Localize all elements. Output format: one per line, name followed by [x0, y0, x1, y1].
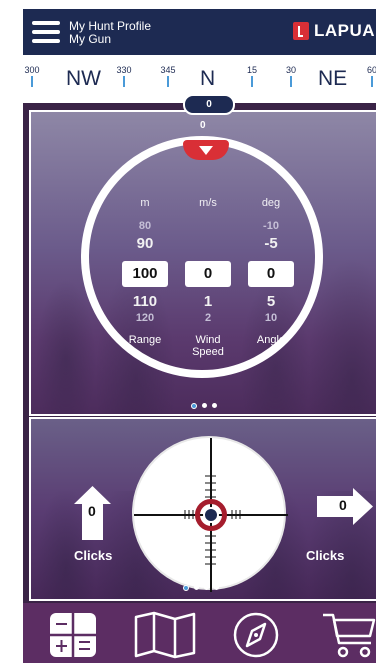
wind-value-next[interactable]: 1 — [183, 293, 233, 310]
compass-tick-label: 60 — [366, 65, 376, 75]
compass-direction-n: N — [200, 67, 216, 90]
range-value-next[interactable]: 110 — [120, 293, 170, 310]
brand-logo: LAPUA — [293, 21, 375, 41]
angle-value-next[interactable]: 5 — [246, 293, 296, 310]
compass-tick-label: 300 — [24, 65, 40, 75]
compass-tick: 345 — [156, 65, 180, 87]
wind-speed-label: Wind Speed — [178, 334, 238, 358]
compass-tick: 60 — [360, 65, 376, 87]
cart-icon[interactable] — [321, 611, 376, 659]
angle-value-prev2: -10 — [263, 220, 279, 232]
page-indicator-bottom[interactable] — [183, 585, 219, 591]
compass-direction-nw: NW — [66, 67, 101, 90]
dial-marker-icon[interactable] — [183, 140, 229, 160]
calculator-icon[interactable] — [48, 611, 98, 659]
compass-icon[interactable] — [231, 611, 281, 659]
angle-value-prev[interactable]: -5 — [246, 235, 296, 252]
wind-value-selected[interactable]: 0 — [185, 261, 231, 287]
compass-direction-ne: NE — [318, 67, 348, 90]
range-value-selected[interactable]: 100 — [122, 261, 168, 287]
range-label: Range — [128, 334, 162, 346]
page-dot[interactable] — [204, 585, 209, 590]
bottom-nav — [23, 603, 376, 663]
unit-range: m — [140, 197, 150, 209]
reticle-center — [203, 507, 219, 523]
brand-name: LAPUA — [314, 21, 376, 40]
app-window: My Hunt Profile My Gun LAPUA 300 NW 330 … — [23, 9, 376, 663]
page-dot[interactable] — [202, 403, 207, 408]
elevation-clicks-label: Clicks — [74, 548, 113, 563]
windage-clicks-value: 0 — [339, 497, 347, 513]
page-indicator-top[interactable] — [191, 403, 217, 409]
menu-icon[interactable] — [32, 21, 60, 45]
compass-tick-label: 345 — [160, 65, 176, 75]
angle-value-selected[interactable]: 0 — [248, 261, 294, 287]
header: My Hunt Profile My Gun LAPUA — [23, 9, 376, 55]
heading-badge: 0 — [183, 94, 235, 115]
elevation-clicks-value: 0 — [88, 503, 96, 519]
page-dot[interactable] — [183, 585, 189, 591]
unit-angle: deg — [261, 197, 281, 209]
compass-tick-label: 15 — [246, 65, 257, 75]
page-dot[interactable] — [214, 585, 219, 590]
range-value-prev[interactable]: 90 — [120, 235, 170, 252]
compass-tick: 15 — [240, 65, 264, 87]
compass-tick: 30 — [279, 65, 303, 87]
wind-label-line2: Speed — [192, 346, 224, 358]
scope-reticle[interactable] — [132, 436, 288, 592]
windage-clicks-label: Clicks — [306, 548, 345, 563]
profile-info[interactable]: My Hunt Profile My Gun — [69, 20, 151, 46]
map-icon[interactable] — [133, 611, 197, 659]
angle-label: Angle — [256, 334, 286, 346]
compass-tick-label: 30 — [285, 65, 296, 75]
page-dot[interactable] — [212, 403, 217, 408]
compass-tick: 300 — [23, 65, 44, 87]
wind-value-next2: 2 — [204, 312, 212, 324]
wind-label-line1: Wind — [195, 334, 221, 346]
compass-tick-label: 330 — [116, 65, 132, 75]
angle-value-next2: 10 — [264, 312, 278, 324]
page-dot[interactable] — [191, 403, 197, 409]
dial-top-value: 0 — [200, 120, 206, 131]
range-value-prev2: 80 — [138, 220, 152, 232]
lapua-logo-icon — [293, 22, 309, 40]
range-value-next2: 120 — [135, 312, 155, 324]
compass-tick: 330 — [112, 65, 136, 87]
unit-wind: m/s — [199, 197, 217, 209]
page-dot[interactable] — [194, 585, 199, 590]
gun-name: My Gun — [69, 32, 112, 46]
